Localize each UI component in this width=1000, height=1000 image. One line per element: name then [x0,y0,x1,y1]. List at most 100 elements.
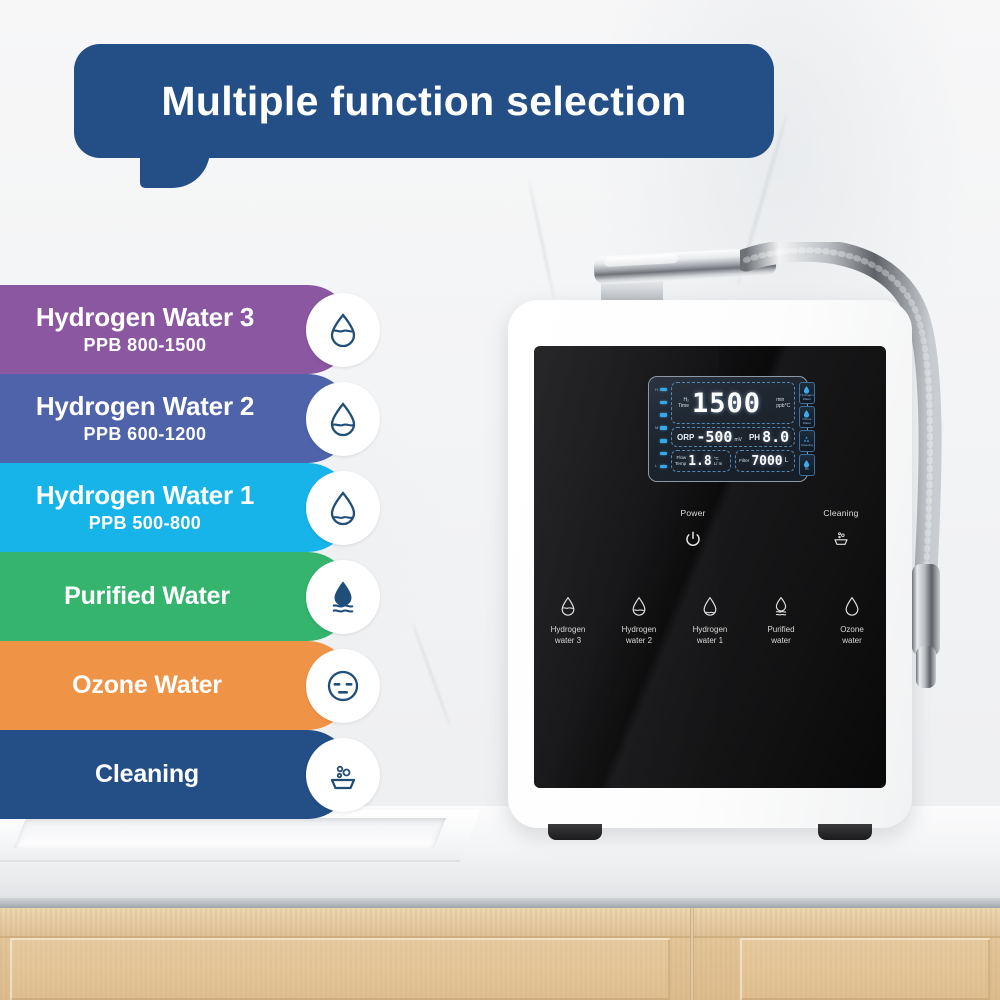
device-foot [548,824,602,840]
function-title: Purified Water [64,582,230,610]
label-line2: water [842,635,862,645]
drop-waves-icon [747,592,815,618]
label-line1: Hydrogen [621,625,657,634]
ph-label: PH [748,432,761,442]
cabinet-door-panel [740,938,990,1000]
side-btn-label: Ozone Water [802,417,812,425]
cleaning-label: Cleaning [823,508,859,518]
function-bar-hydrogen-water-2[interactable]: Hydrogen Water 2 PPB 600-1200 [0,374,380,463]
water-drop-high-icon [306,292,380,367]
function-subtitle: PPB 800-1500 [83,334,207,355]
sink-inner [13,818,447,848]
function-touch-buttons: Hydrogen water 3 Hydrogen water 2 Hydrog… [534,592,886,647]
gauge-segment [659,439,667,443]
gauge-segment [659,426,667,430]
label-line2: water 2 [625,635,653,645]
h2-time-unit: min ppb°C [776,397,790,410]
flow-unit: °C L/ m [714,456,723,467]
lcd-main-area: H₂ Time 1500 min ppb°C ORP -500 mV PH 8.… [671,382,796,476]
side-btn-label: Ph [805,467,809,472]
gauge-segment [659,400,667,405]
touch-hydrogen-water-1[interactable]: Hydrogen water 1 [676,592,744,647]
h2-label-line2: Time [678,403,689,409]
function-title: Ozone Water [72,671,222,699]
drop-high-icon [534,592,602,618]
gauge-row [655,450,667,457]
function-bar-cleaning[interactable]: Cleaning [0,730,380,819]
label-line1: Hydrogen [550,625,586,634]
water-drop-low-icon [306,470,380,545]
lcd-display: H M L H₂ Time 1500 min ppb°C ORP -500 mV… [648,376,815,482]
label-line1: Hydrogen [692,625,728,634]
side-btn-cleaning[interactable]: Cleaning [799,430,815,452]
water-drop-mid-icon [306,381,380,456]
side-btn-label: Hydrogen Water [800,393,814,401]
function-bar-ozone-water[interactable]: Ozone Water [0,641,380,730]
touch-button-label: Ozone water [818,625,886,647]
wall-vein [527,180,556,300]
filter-unit: L [784,456,789,464]
touch-hydrogen-water-2[interactable]: Hydrogen water 2 [605,592,673,647]
drop-plain-icon [818,592,886,618]
device-foot [818,824,872,840]
h2-time-value: 1500 [692,387,762,419]
gauge-tag-low: L [655,463,658,469]
function-title: Hydrogen Water 2 [35,391,255,422]
ph-value: 8.0 [762,428,790,446]
drop-low-icon [676,592,744,618]
wall-vein [411,622,452,728]
cabinet-seam [690,908,694,1000]
power-button[interactable]: Power [648,508,738,553]
side-btn-ph[interactable]: Ph [799,454,815,476]
filter-cell: Filter 7000 L [735,450,796,472]
gauge-row: L [655,463,667,470]
cleaning-basin-icon [306,737,380,812]
touch-button-label: Hydrogen water 1 [676,625,744,647]
function-list: Hydrogen Water 3 PPB 800-1500 Hydrogen W… [0,285,390,819]
filter-value: 7000 [751,453,783,469]
function-title: Cleaning [95,760,199,788]
gauge-segment [659,413,667,417]
touch-ozone-water[interactable]: Ozone water [818,592,886,647]
cleaning-button[interactable]: Cleaning [796,508,886,553]
side-btn-hydrogen-water[interactable]: Hydrogen Water [799,382,815,404]
touch-control-area: Power Cleaning Hydrogen water 3 Hydrogen… [534,508,886,688]
power-icon [686,531,700,546]
filter-label: Filter [739,458,750,464]
gauge-segment [659,451,667,456]
cleaning-basin-icon [834,532,848,545]
lcd-side-buttons: Hydrogen Water Ozone Water Cleaning Ph [799,382,815,476]
gauge-row [655,437,667,444]
lcd-h2-time-row: H₂ Time 1500 min ppb°C [671,382,796,424]
flow-unit-line2: L/ m [713,461,723,466]
touch-purified-water[interactable]: Purified water [747,592,815,647]
function-title: Hydrogen Water 3 [35,302,255,333]
side-btn-ozone-water[interactable]: Ozone Water [799,406,815,428]
gauge-row [655,399,667,406]
gauge-tag-high: H [655,386,658,392]
function-title: Hydrogen Water 1 [35,480,255,511]
touch-hydrogen-water-3[interactable]: Hydrogen water 3 [534,592,602,647]
function-bar-hydrogen-water-1[interactable]: Hydrogen Water 1 PPB 500-800 [0,463,380,552]
level-gauge: H M L [654,382,667,476]
h2-time-label: H₂ Time [676,397,689,410]
orp-unit: mV [734,437,742,443]
face-icon [306,648,380,723]
flow-temp-cell: Flow Temp 1.8 °C L/ m [671,450,732,472]
gauge-tag-mid: M [655,424,659,430]
headline-banner: Multiple function selection [74,44,774,158]
drop-waves-icon [306,559,380,634]
function-bar-purified-water[interactable]: Purified Water [0,552,380,641]
function-bar-hydrogen-water-3[interactable]: Hydrogen Water 3 PPB 800-1500 [0,285,380,374]
orp-label: ORP [677,432,695,442]
cabinet-door-panel [10,938,670,1000]
gauge-row: M [655,424,667,431]
flow-value: 1.8 [688,453,712,469]
countertop-edge [0,898,1000,908]
page-title: Multiple function selection [161,77,687,124]
water-ionizer-device: H M L H₂ Time 1500 min ppb°C ORP -500 mV… [508,242,942,840]
gauge-row [655,412,667,419]
cabinet-rail [0,908,1000,938]
flow-temp-label: Flow Temp [675,455,686,467]
gauge-segment [659,464,667,469]
